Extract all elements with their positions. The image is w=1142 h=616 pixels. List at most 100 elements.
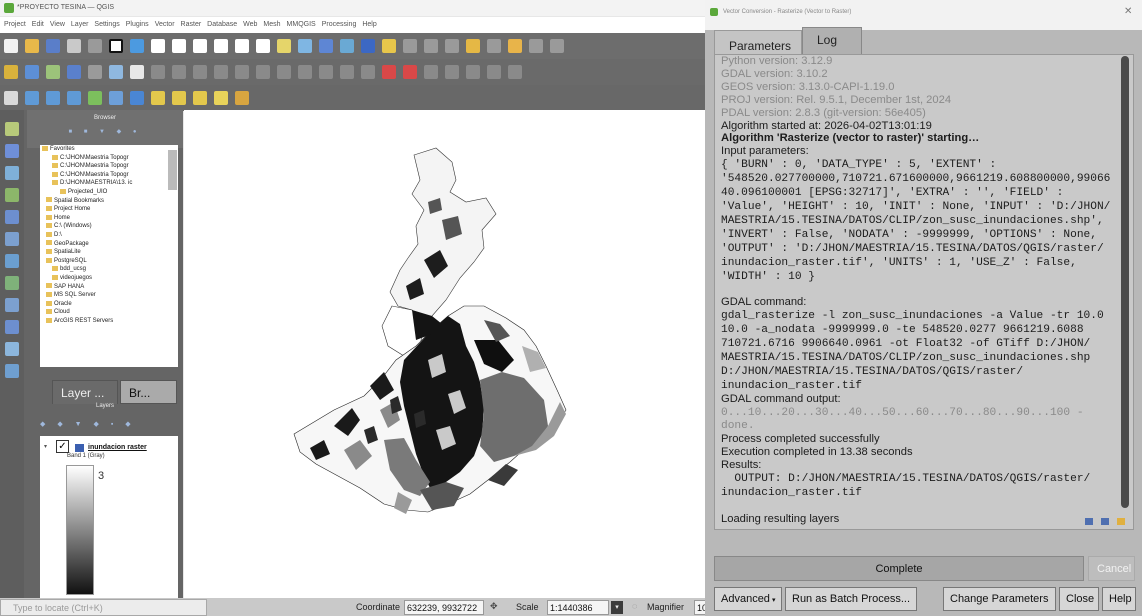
browser-item[interactable]: PostgreSQL (40, 257, 178, 266)
python-icon[interactable] (130, 91, 144, 105)
add-postgis-icon[interactable] (5, 254, 19, 268)
table-icon[interactable] (109, 91, 123, 105)
add-raster-layer-icon[interactable] (5, 144, 19, 158)
zoom-native-icon[interactable] (256, 39, 270, 53)
add-vector-tile-icon[interactable] (5, 342, 19, 356)
tab-parameters[interactable]: Parameters (714, 30, 802, 54)
menu-item-edit[interactable]: Edit (32, 21, 44, 28)
label-move-icon[interactable] (424, 65, 438, 79)
browser-toolbar[interactable]: ■ ■ ▼ ◆ ● (27, 128, 183, 135)
browser-item[interactable]: Favorites (40, 145, 178, 154)
offset-icon[interactable] (340, 65, 354, 79)
kml-icon[interactable] (25, 91, 39, 105)
scale-field[interactable]: 1:1440386 (547, 600, 609, 615)
add-mesh-layer-icon[interactable] (5, 166, 19, 180)
label-icon[interactable] (382, 65, 396, 79)
copy-log-icon[interactable] (1101, 518, 1109, 525)
digitize-icon[interactable] (4, 65, 18, 79)
layout-manager-icon[interactable] (88, 39, 102, 53)
locator-search-input[interactable]: Type to locate (Ctrl+K) (0, 599, 207, 616)
zoom-in-icon[interactable] (151, 39, 165, 53)
dialog-close-icon[interactable]: ✕ (1124, 6, 1132, 17)
paste-icon[interactable] (151, 65, 165, 79)
open-project-icon[interactable] (25, 39, 39, 53)
identify-icon[interactable] (340, 39, 354, 53)
statistics-icon[interactable] (424, 39, 438, 53)
reshape-icon[interactable] (361, 65, 375, 79)
scale-dropdown-icon[interactable]: ▾ (611, 601, 623, 614)
change-parameters-button[interactable]: Change Parameters (943, 587, 1056, 611)
browser-item[interactable]: Projected_UIO (40, 188, 178, 197)
diagram-icon[interactable] (508, 65, 522, 79)
cut-icon[interactable] (109, 65, 123, 79)
browser-item[interactable]: Oracle (40, 300, 178, 309)
browser-item[interactable]: C:\JHON\Maestria Topogr (40, 162, 178, 171)
label-change-icon[interactable] (466, 65, 480, 79)
field-calculator-icon[interactable] (403, 39, 417, 53)
add-feature-icon[interactable] (46, 65, 60, 79)
copy-icon[interactable] (130, 65, 144, 79)
menu-item-settings[interactable]: Settings (94, 21, 119, 28)
kmz-icon[interactable] (46, 91, 60, 105)
expand-layer-icon[interactable]: ▾ (44, 443, 47, 450)
pan-tool-icon[interactable] (109, 39, 123, 53)
plugin-orange-icon[interactable] (172, 91, 186, 105)
browser-tree[interactable]: Favorites C:\JHON\Maestria Topogr C:\JHON\… (40, 145, 178, 367)
browser-item[interactable]: Project Home (40, 205, 178, 214)
search-plugin-icon[interactable] (214, 91, 228, 105)
menu-item-web[interactable]: Web (243, 21, 257, 28)
plugin-x-icon[interactable] (193, 91, 207, 105)
menu-item-plugins[interactable]: Plugins (126, 21, 149, 28)
browser-item[interactable]: SAP HANA (40, 283, 178, 292)
browser-item[interactable]: ArcGIS REST Servers (40, 317, 178, 326)
menu-item-database[interactable]: Database (207, 21, 237, 28)
browser-item[interactable]: bdd_ucsg (40, 265, 178, 274)
browser-item[interactable]: Home (40, 214, 178, 223)
menu-item-mesh[interactable]: Mesh (263, 21, 280, 28)
tab-browser[interactable]: Br... (120, 380, 177, 404)
advanced-digitize-icon[interactable] (235, 65, 249, 79)
edit-icon[interactable] (25, 65, 39, 79)
browser-item[interactable]: D:\ (40, 231, 178, 240)
browser-scrollbar[interactable] (168, 150, 177, 190)
menu-item-help[interactable]: Help (362, 21, 376, 28)
add-spatialite-icon[interactable] (5, 232, 19, 246)
deselect-icon[interactable] (382, 39, 396, 53)
layer-visibility-checkbox[interactable]: ✓ (56, 440, 69, 453)
tab-log[interactable]: Log (802, 27, 862, 54)
redo-icon[interactable] (193, 65, 207, 79)
help-button[interactable]: Help (1102, 587, 1136, 611)
delete-icon[interactable] (88, 65, 102, 79)
save-log-icon[interactable] (1085, 518, 1093, 525)
browser-item[interactable]: Cloud (40, 308, 178, 317)
menu-item-view[interactable]: View (50, 21, 65, 28)
annotation-icon[interactable] (487, 39, 501, 53)
plugin-yellow-icon[interactable] (151, 91, 165, 105)
menu-item-processing[interactable]: Processing (322, 21, 357, 28)
pan-to-selection-icon[interactable] (130, 39, 144, 53)
cancel-button[interactable]: Cancel (1088, 556, 1135, 581)
export-icon[interactable] (88, 91, 102, 105)
lock-scale-icon[interactable]: ◌ (632, 601, 637, 611)
browser-item[interactable]: MS SQL Server (40, 291, 178, 300)
zoom-out-icon[interactable] (172, 39, 186, 53)
close-button[interactable]: Close (1059, 587, 1099, 611)
browser-item[interactable]: C:\JHON\Maestria Topogr (40, 171, 178, 180)
label-show-icon[interactable] (487, 65, 501, 79)
layer-name[interactable]: inundacion raster (88, 444, 147, 451)
log-panel[interactable]: Python version: 3.12.9 GDAL version: 3.1… (714, 54, 1134, 530)
add-point-cloud-icon[interactable] (5, 364, 19, 378)
rotate-icon[interactable] (319, 65, 333, 79)
toggle-extents-icon[interactable]: ✥ (490, 601, 500, 611)
browser-item[interactable]: GeoPackage (40, 240, 178, 249)
select-feature-icon[interactable] (361, 39, 375, 53)
menu-item-vector[interactable]: Vector (155, 21, 175, 28)
snapping-icon[interactable] (256, 65, 270, 79)
browser-item[interactable]: D:\JHON\MAESTRIA\13. ic (40, 179, 178, 188)
add-geopackage-icon[interactable] (5, 210, 19, 224)
refresh-icon[interactable] (319, 39, 333, 53)
zoom-full-icon[interactable] (193, 39, 207, 53)
split-icon[interactable] (277, 65, 291, 79)
map-tips-icon[interactable] (529, 39, 543, 53)
menu-item-raster[interactable]: Raster (181, 21, 202, 28)
